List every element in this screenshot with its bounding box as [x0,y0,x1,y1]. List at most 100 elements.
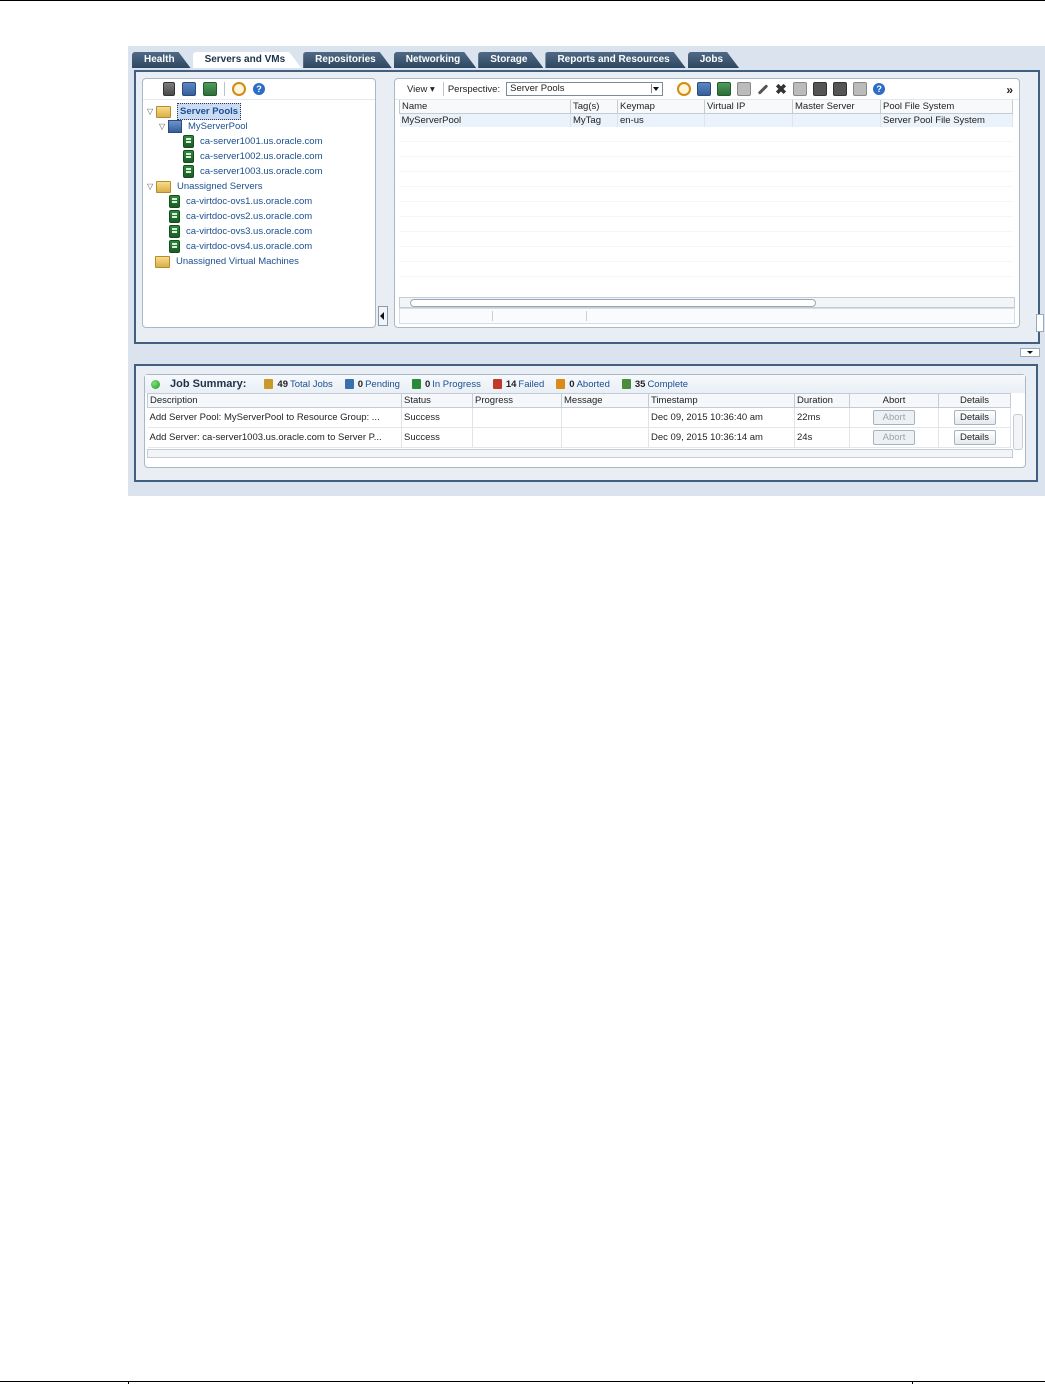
right-collapse-handle[interactable] [1036,314,1044,332]
horizontal-scrollbar[interactable] [147,449,1013,458]
column-header-timestamp[interactable]: Timestamp [648,393,795,408]
clipboard-icon [264,379,274,389]
stat-complete[interactable]: 35 Complete [621,379,688,390]
tree-label[interactable]: ca-server1002.us.oracle.com [200,149,323,164]
horizontal-scrollbar[interactable] [399,297,1015,308]
column-header-message[interactable]: Message [561,393,649,408]
help-icon[interactable]: ? [873,83,886,95]
abort-button[interactable]: Abort [873,410,915,425]
migrate-icon[interactable] [793,82,808,96]
details-button[interactable]: Details [953,410,996,425]
tree-item-server[interactable]: ca-virtdoc-ovs4.us.oracle.com [147,239,375,254]
tab-repositories[interactable]: Repositories [303,52,392,68]
job-panel-toggle[interactable] [1020,348,1040,357]
tree-item-server[interactable]: ca-virtdoc-ovs3.us.oracle.com [147,224,375,239]
server-icon [169,195,180,208]
details-button[interactable]: Details [953,430,996,445]
tree-item-server[interactable]: ca-virtdoc-ovs1.us.oracle.com [147,194,375,209]
tree-item-server[interactable]: ca-server1001.us.oracle.com [147,134,375,149]
lock-icon[interactable] [853,82,868,96]
table-row[interactable]: Add Server Pool: MyServerPool to Resourc… [147,407,1011,428]
tree-item-unassigned-servers[interactable]: ▽ Unassigned Servers [147,179,375,194]
add-server-icon[interactable] [717,82,732,96]
stat-pending[interactable]: 0 Pending [344,379,400,390]
tree-label[interactable]: ca-virtdoc-ovs4.us.oracle.com [186,239,312,254]
column-header-tags[interactable]: Tag(s) [570,100,618,114]
tree-item-myserverpool[interactable]: ▽ MyServerPool [147,119,375,134]
column-header-master-server[interactable]: Master Server [792,100,881,114]
tab-networking[interactable]: Networking [394,52,476,68]
tree-label[interactable]: ca-virtdoc-ovs3.us.oracle.com [186,224,312,239]
tree-item-server[interactable]: ca-virtdoc-ovs2.us.oracle.com [147,209,375,224]
panel-splitter-handle[interactable] [378,306,388,326]
tree-label[interactable]: MyServerPool [188,119,248,134]
tree-label[interactable]: ca-server1001.us.oracle.com [200,134,323,149]
table-row[interactable]: Add Server: ca-server1003.us.oracle.com … [147,427,1011,448]
tree-item-server[interactable]: ca-server1003.us.oracle.com [147,164,375,179]
import-icon[interactable] [737,82,752,96]
tree-label[interactable]: ca-server1003.us.oracle.com [200,164,323,179]
perspective-select[interactable]: Server Pools [506,82,664,96]
tab-reports-and-resources[interactable]: Reports and Resources [545,52,685,68]
cell-master-server [792,113,881,127]
main-tabs: Health Servers and VMs Repositories Netw… [132,52,741,68]
stat-failed[interactable]: 14 Failed [492,379,544,390]
table-row[interactable]: MyServerPool MyTag en-us Server Pool Fil… [399,113,1013,127]
scrollbar-thumb[interactable] [410,299,816,307]
stat-aborted[interactable]: 0 Aborted [556,379,610,390]
create-server-pool-icon[interactable] [182,82,196,96]
stat-total-jobs[interactable]: 49 Total Jobs [264,379,333,390]
find-icon[interactable] [232,82,246,96]
tree-label[interactable]: Unassigned Servers [177,179,263,194]
server-icon [169,240,180,253]
column-header-pool-file-system[interactable]: Pool File System [880,100,1013,114]
help-icon[interactable]: ? [253,83,265,95]
column-header-virtual-ip[interactable]: Virtual IP [704,100,793,114]
collapse-icon[interactable]: ▽ [159,119,168,134]
server-icon [169,210,180,223]
more-actions-button[interactable]: » [1006,83,1013,97]
stat-label[interactable]: Total Jobs [290,379,333,390]
column-header-description[interactable]: Description [147,393,402,408]
tree-label[interactable]: Unassigned Virtual Machines [176,254,299,269]
tree-label[interactable]: ca-virtdoc-ovs2.us.oracle.com [186,209,312,224]
collapse-icon[interactable]: ▽ [147,179,156,194]
tree-item-unassigned-vms[interactable]: Unassigned Virtual Machines [147,254,375,269]
tree-item-server[interactable]: ca-server1002.us.oracle.com [147,149,375,164]
column-header-progress[interactable]: Progress [472,393,562,408]
pending-icon [344,379,354,389]
vertical-scrollbar[interactable] [1013,414,1023,450]
discover-servers-icon[interactable] [163,82,175,96]
add-server-icon[interactable] [203,82,217,96]
stat-label[interactable]: Aborted [577,379,610,390]
stat-label[interactable]: Complete [647,379,688,390]
server-icon [169,225,180,238]
column-header-keymap[interactable]: Keymap [617,100,705,114]
stat-label[interactable]: In Progress [432,379,481,390]
column-header-abort[interactable]: Abort [849,393,939,408]
cell-timestamp: Dec 09, 2015 10:36:40 am [648,407,795,428]
edit-icon[interactable] [757,83,769,95]
tree-label[interactable]: Server Pools [177,103,242,120]
tab-storage[interactable]: Storage [478,52,543,68]
controller-icon[interactable] [813,82,828,96]
tab-health[interactable]: Health [132,52,191,68]
collapse-icon[interactable]: ▽ [147,104,156,119]
delete-icon[interactable]: ✖ [775,82,787,96]
report-icon[interactable] [833,82,848,96]
column-header-details[interactable]: Details [938,393,1011,408]
tree-label[interactable]: ca-virtdoc-ovs1.us.oracle.com [186,194,312,209]
column-header-status[interactable]: Status [401,393,473,408]
stat-label[interactable]: Failed [518,379,544,390]
stat-in-progress[interactable]: 0 In Progress [411,379,481,390]
column-header-name[interactable]: Name [399,100,571,114]
discover-icon[interactable] [677,82,692,96]
tab-jobs[interactable]: Jobs [688,52,739,68]
create-server-pool-icon[interactable] [697,82,712,96]
tree-item-server-pools[interactable]: ▽ Server Pools [147,103,375,120]
stat-label[interactable]: Pending [365,379,400,390]
column-header-duration[interactable]: Duration [794,393,850,408]
tab-servers-and-vms[interactable]: Servers and VMs [193,52,302,68]
abort-button[interactable]: Abort [873,430,915,445]
view-menu-button[interactable]: View ▾ [407,84,435,95]
